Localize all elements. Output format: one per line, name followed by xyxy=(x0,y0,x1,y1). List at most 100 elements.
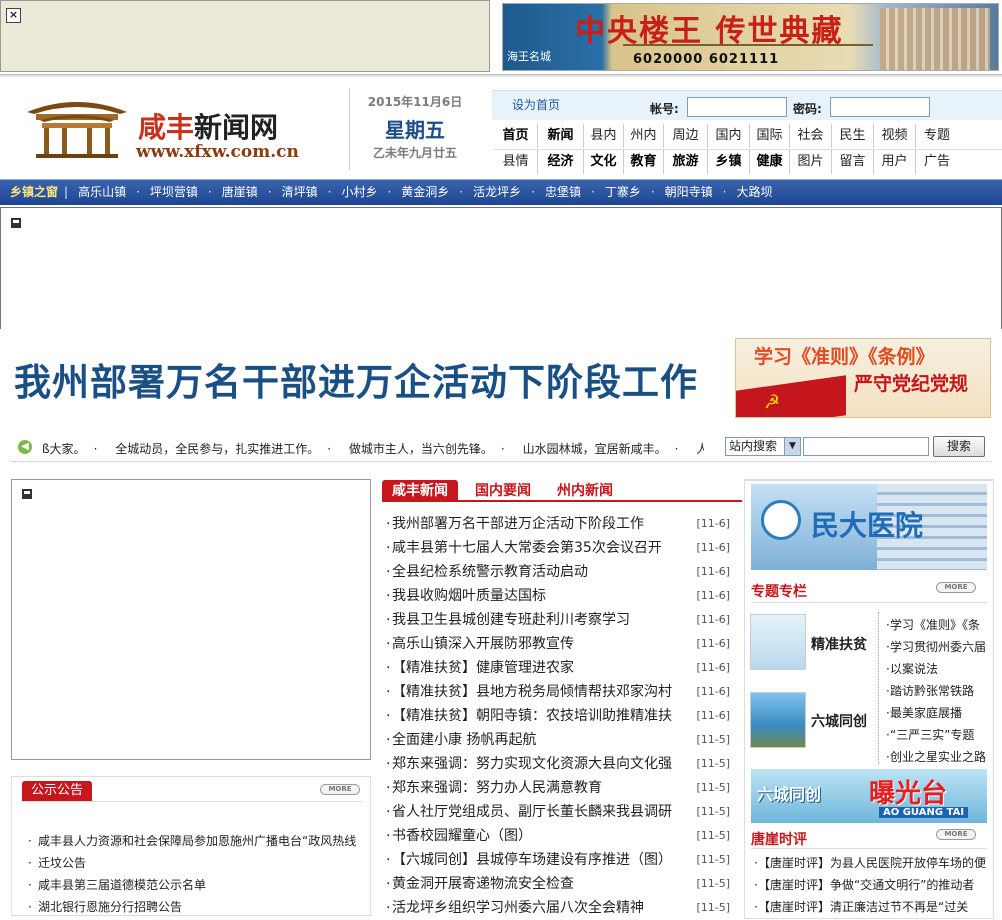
slideshow-placeholder[interactable] xyxy=(11,479,371,760)
town-link[interactable]: 高乐山镇 xyxy=(78,185,126,199)
hospital-ad[interactable]: 民大医院 xyxy=(751,484,987,570)
tab-domestic-news[interactable]: 国内要闻 xyxy=(475,480,531,502)
nav-home[interactable]: 首页 xyxy=(494,124,538,148)
list-item[interactable]: 郑东来强调：努力实现文化资源大县向文化强 [11-5] xyxy=(382,752,730,776)
list-item[interactable]: 全县纪检系统警示教育活动启动 [11-6] xyxy=(382,560,730,584)
list-item[interactable]: 【精准扶贫】县地方税务局倾情帮扶邓家沟村 [11-6] xyxy=(382,680,730,704)
nav-economy[interactable]: 经济 xyxy=(538,150,584,174)
special-poverty-relief[interactable]: 精准扶贫 xyxy=(811,634,867,654)
list-item[interactable]: 以案说法 xyxy=(882,658,990,680)
list-item[interactable]: 最美家庭展播 xyxy=(882,702,990,724)
list-item[interactable]: 学习贯彻州委六届 xyxy=(882,636,990,658)
list-item[interactable]: 【精准扶贫】朝阳寺镇：农技培训助推精准扶 [11-6] xyxy=(382,704,730,728)
nav-domestic[interactable]: 国内 xyxy=(708,124,750,148)
list-item[interactable]: 黄金洞开展寄递物流安全检查 [11-5] xyxy=(382,872,730,896)
search-input[interactable] xyxy=(803,437,929,456)
list-item[interactable]: 学习《准则》《条 xyxy=(882,614,990,636)
nav-towns[interactable]: 乡镇 xyxy=(708,150,750,174)
study-rules-ad[interactable]: 学习《准则》《条例》 严守党纪党规 xyxy=(735,338,991,418)
list-item[interactable]: “三严三实”专题 xyxy=(882,724,990,746)
comment-title[interactable]: 唐崖时评 xyxy=(751,829,807,849)
list-item[interactable]: 【精准扶贫】健康管理进农家 [11-6] xyxy=(382,656,730,680)
list-item[interactable]: 我县收购烟叶质量达国标 [11-6] xyxy=(382,584,730,608)
list-item[interactable]: 全面建小康 扬帆再起航 [11-5] xyxy=(382,728,730,752)
nav-tourism[interactable]: 旅游 xyxy=(664,150,708,174)
password-label: 密码: xyxy=(793,102,822,116)
exposure-platform-ad[interactable]: 六城同创 曝光台 AO GUANG TAI xyxy=(751,769,987,823)
list-item[interactable]: 活龙坪乡组织学习州委六届八次全会精神 [11-5] xyxy=(382,896,730,920)
town-link[interactable]: 忠堡镇 xyxy=(545,185,581,199)
list-item[interactable]: 咸丰县第十七届人大常委会第35次会议召开 [11-6] xyxy=(382,536,730,560)
special-more-button[interactable]: MORE xyxy=(936,582,976,593)
nav-society[interactable]: 社会 xyxy=(790,124,832,148)
nav-messages[interactable]: 留言 xyxy=(832,150,874,174)
nav-news[interactable]: 新闻 xyxy=(538,124,584,148)
nav-pictures[interactable]: 图片 xyxy=(790,150,832,174)
news-date: [11-6] xyxy=(696,661,730,674)
nav-topics[interactable]: 专题 xyxy=(916,124,958,148)
news-title: 【精准扶贫】健康管理进农家 xyxy=(392,660,574,676)
town-link[interactable]: 黄金洞乡 xyxy=(401,185,449,199)
nav-ads[interactable]: 广告 xyxy=(916,150,958,174)
site-name[interactable]: 咸丰新闻网 xyxy=(138,106,278,146)
nav-prefecture[interactable]: 州内 xyxy=(624,124,664,148)
search-button[interactable]: 搜索 xyxy=(933,436,985,457)
town-link[interactable]: 大路坝 xyxy=(737,185,773,199)
nav-international[interactable]: 国际 xyxy=(750,124,790,148)
town-link[interactable]: 清坪镇 xyxy=(282,185,318,199)
list-item[interactable]: 我县卫生县城创建专班赴利川考察学习 [11-6] xyxy=(382,608,730,632)
news-title: 书香校园耀童心（图） xyxy=(392,828,532,844)
town-link[interactable]: 小村乡 xyxy=(341,185,377,199)
headline[interactable]: 我州部署万名干部进万企活动下阶段工作 xyxy=(14,352,698,406)
town-link[interactable]: 坪坝营镇 xyxy=(150,185,198,199)
notice-title[interactable]: 公示公告 xyxy=(22,781,93,801)
list-item[interactable]: 书香校园耀童心（图） [11-5] xyxy=(382,824,730,848)
list-item[interactable]: 我州部署万名干部进万企活动下阶段工作 [11-6] xyxy=(382,512,730,536)
nav-video[interactable]: 视频 xyxy=(874,124,916,148)
search-scope-select[interactable]: 站内搜索 ▼ xyxy=(725,437,801,456)
notice-more-button[interactable]: MORE xyxy=(320,784,360,795)
poverty-relief-image[interactable] xyxy=(750,614,806,670)
nav-health[interactable]: 健康 xyxy=(750,150,790,174)
nav-livelihood[interactable]: 民生 xyxy=(832,124,874,148)
ticker-marquee[interactable]: ß大家。 · 全城动员，全民参与，扎实推进工作。 · 做城市主人，当六创先锋。 · 山… xyxy=(42,440,704,457)
list-item[interactable]: 【唐崖时评】为县人民医院开放停车场的便 xyxy=(750,852,990,874)
nav-culture[interactable]: 文化 xyxy=(584,150,624,174)
list-item[interactable]: 湖北银行恩施分行招聘公告 xyxy=(24,896,364,918)
tab-xianfeng-news[interactable]: 咸丰新闻 xyxy=(382,480,458,502)
news-title: 我县收购烟叶质量达国标 xyxy=(392,588,546,604)
list-item[interactable]: 创业之星实业之路 xyxy=(882,746,990,768)
list-item[interactable]: 【六城同创】县城停车场建设有序推进（图） [11-5] xyxy=(382,848,730,872)
nav-county-info[interactable]: 县情 xyxy=(494,150,538,174)
list-item[interactable]: 高乐山镇深入开展防邪教宣传 [11-6] xyxy=(382,632,730,656)
special-title[interactable]: 专题专栏 xyxy=(751,581,807,601)
nav-nearby[interactable]: 周边 xyxy=(664,124,708,148)
list-item[interactable]: 咸丰县人力资源和社会保障局参加恩施州广播电台“政风热线 xyxy=(24,830,364,852)
password-input[interactable] xyxy=(830,97,930,117)
logo-pavilion-icon[interactable] xyxy=(22,90,132,160)
list-item[interactable]: 【唐崖时评】清正廉洁过节不再是“过关 xyxy=(750,896,990,918)
special-six-cities[interactable]: 六城同创 xyxy=(811,711,867,731)
top-banner-ad[interactable]: 中央楼王 传世典藏 海王名城 6020000 6021111 xyxy=(502,3,999,71)
nav-users[interactable]: 用户 xyxy=(874,150,916,174)
header-divider xyxy=(0,74,1002,77)
set-homepage-link[interactable]: 设为首页 xyxy=(512,96,560,113)
list-item[interactable]: 郑东来强调：努力办人民满意教育 [11-5] xyxy=(382,776,730,800)
account-input[interactable] xyxy=(687,97,787,117)
list-item[interactable]: 【唐崖时评】争做“交通文明行”的推动者 xyxy=(750,874,990,896)
town-link[interactable]: 丁寨乡 xyxy=(605,185,641,199)
comment-more-button[interactable]: MORE xyxy=(936,829,976,840)
list-item[interactable]: 迁坟公告 xyxy=(24,852,364,874)
nav-county[interactable]: 县内 xyxy=(584,124,624,148)
town-link[interactable]: 唐崖镇 xyxy=(222,185,258,199)
list-item[interactable]: 踏访黔张常铁路 xyxy=(882,680,990,702)
list-item[interactable]: 咸丰县第三届道德模范公示名单 xyxy=(24,874,364,896)
tab-prefecture-news[interactable]: 州内新闻 xyxy=(557,480,613,502)
six-cities-image[interactable] xyxy=(750,692,806,748)
nav-education[interactable]: 教育 xyxy=(624,150,664,174)
town-link[interactable]: 活龙坪乡 xyxy=(473,185,521,199)
site-url[interactable]: www.xfxw.com.cn xyxy=(136,142,299,162)
list-item[interactable]: 省人社厅党组成员、副厅长董长麟来我县调研 [11-5] xyxy=(382,800,730,824)
town-link[interactable]: 朝阳寺镇 xyxy=(665,185,713,199)
close-icon[interactable]: × xyxy=(6,8,21,23)
